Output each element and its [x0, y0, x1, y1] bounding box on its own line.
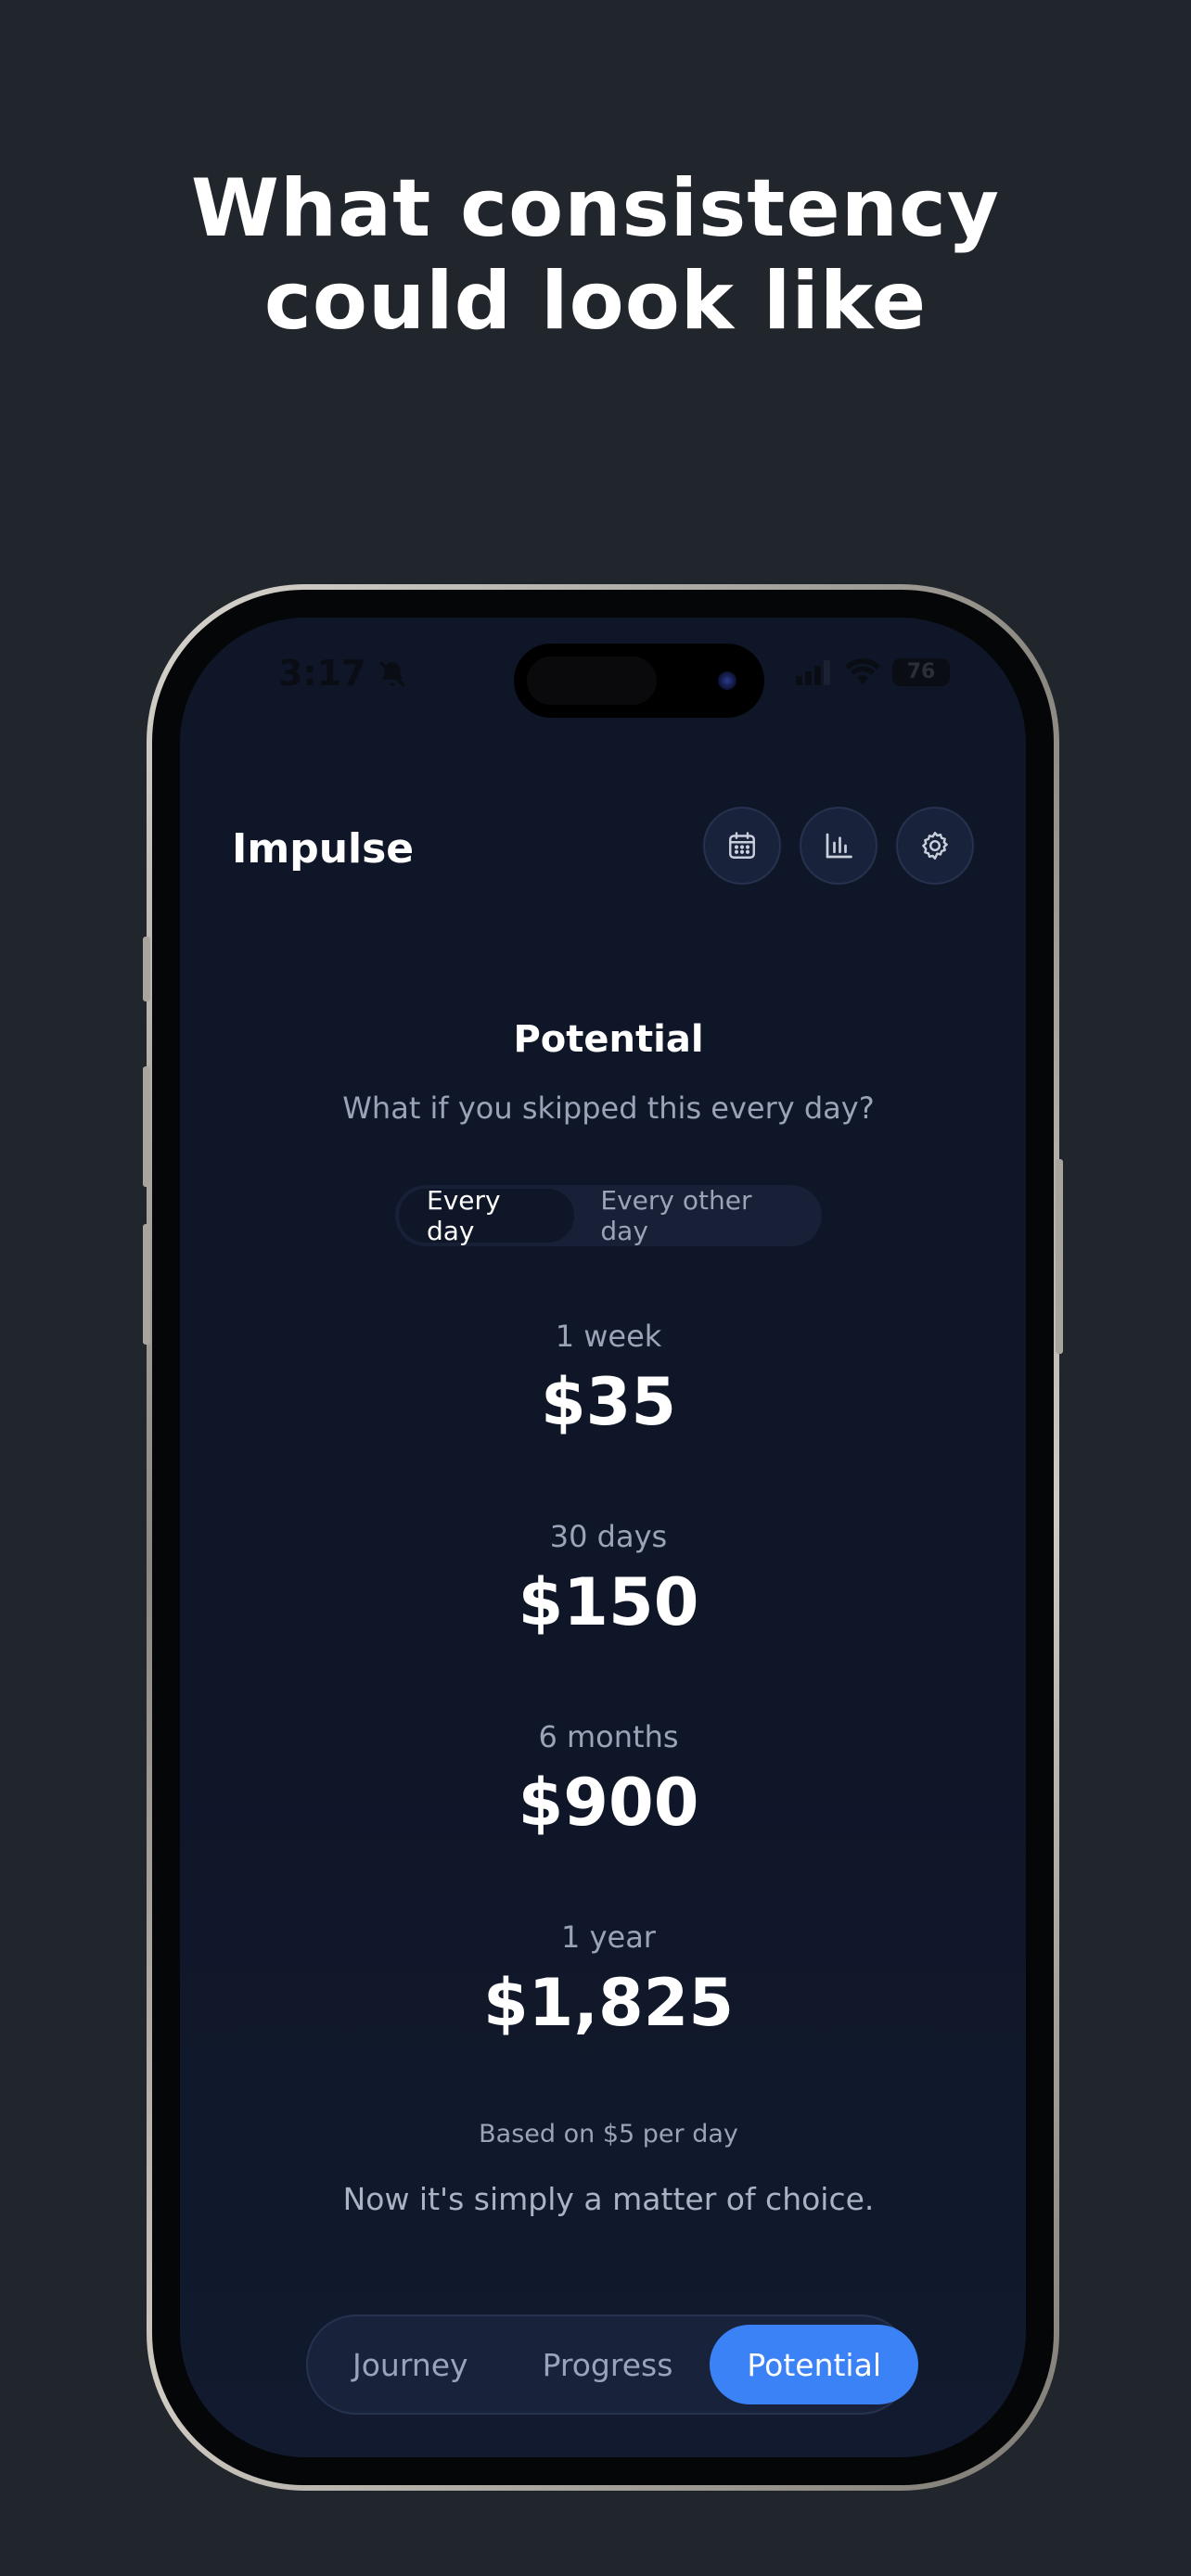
phone-frame: 3:17 76 Impulse Potential What if you sk…	[143, 584, 1063, 2491]
phone-bezel: 3:17 76 Impulse Potential What if you sk…	[152, 590, 1054, 2485]
projection-label: 30 days	[549, 1519, 668, 1554]
wifi-icon	[845, 658, 880, 684]
basis-note: Based on $5 per day	[479, 2120, 738, 2149]
projection-row: 6 months $900	[180, 1715, 1026, 1916]
camera-lens-icon	[718, 671, 736, 690]
bar-chart-icon	[826, 833, 852, 859]
app-title: Impulse	[232, 825, 415, 873]
gear-icon	[922, 832, 948, 860]
projection-value: $150	[518, 1564, 699, 1640]
calendar-icon	[729, 832, 755, 859]
projection-value: $35	[540, 1364, 677, 1440]
phone-screen: 3:17 76 Impulse Potential What if you sk…	[180, 618, 1026, 2457]
closing-message: Now it's simply a matter of choice.	[342, 2181, 875, 2217]
tab-journey[interactable]: Journey	[315, 2325, 506, 2404]
header-actions	[703, 807, 974, 885]
island-sensor	[527, 657, 657, 705]
volume-down-button	[143, 1224, 150, 1345]
tab-potential[interactable]: Potential	[710, 2325, 918, 2404]
status-indicators: 76	[796, 658, 950, 686]
promo-headline-line-2: could look like	[263, 255, 928, 348]
projection-row: 30 days $150	[180, 1515, 1026, 1715]
projection-row: 1 year $1,825	[180, 1916, 1026, 2116]
calendar-button[interactable]	[703, 807, 781, 885]
projection-row: 1 week $35	[180, 1315, 1026, 1515]
tab-progress[interactable]: Progress	[506, 2325, 711, 2404]
promo-headline: What consistency could look like	[0, 162, 1191, 348]
projection-label: 1 week	[555, 1319, 662, 1354]
power-button	[1056, 1159, 1063, 1354]
projection-label: 1 year	[561, 1919, 656, 1955]
projection-label: 6 months	[538, 1719, 679, 1754]
volume-up-button	[143, 1066, 150, 1187]
projection-value: $900	[518, 1765, 699, 1841]
promo-headline-line-1: What consistency	[190, 162, 1000, 255]
action-button	[143, 937, 150, 1001]
status-time: 3:17	[278, 653, 366, 694]
cellular-signal-icon	[796, 660, 830, 685]
battery-indicator: 76	[892, 658, 950, 686]
projection-value: $1,825	[482, 1965, 735, 2041]
frequency-option-every-day[interactable]: Every day	[399, 1185, 575, 1246]
stats-button[interactable]	[800, 807, 877, 885]
frequency-option-every-other-day[interactable]: Every other day	[574, 1185, 818, 1246]
settings-button[interactable]	[896, 807, 974, 885]
bell-slash-icon	[379, 661, 405, 687]
projection-list: 1 week $35 30 days $150 6 months $900 1 …	[180, 1315, 1026, 2116]
section-title: Potential	[513, 1018, 704, 1061]
dynamic-island	[514, 644, 764, 718]
section-subtitle: What if you skipped this every day?	[342, 1090, 875, 1126]
frequency-toggle: Every day Every other day	[395, 1185, 822, 1246]
bottom-tab-bar: Journey Progress Potential	[306, 2315, 918, 2415]
